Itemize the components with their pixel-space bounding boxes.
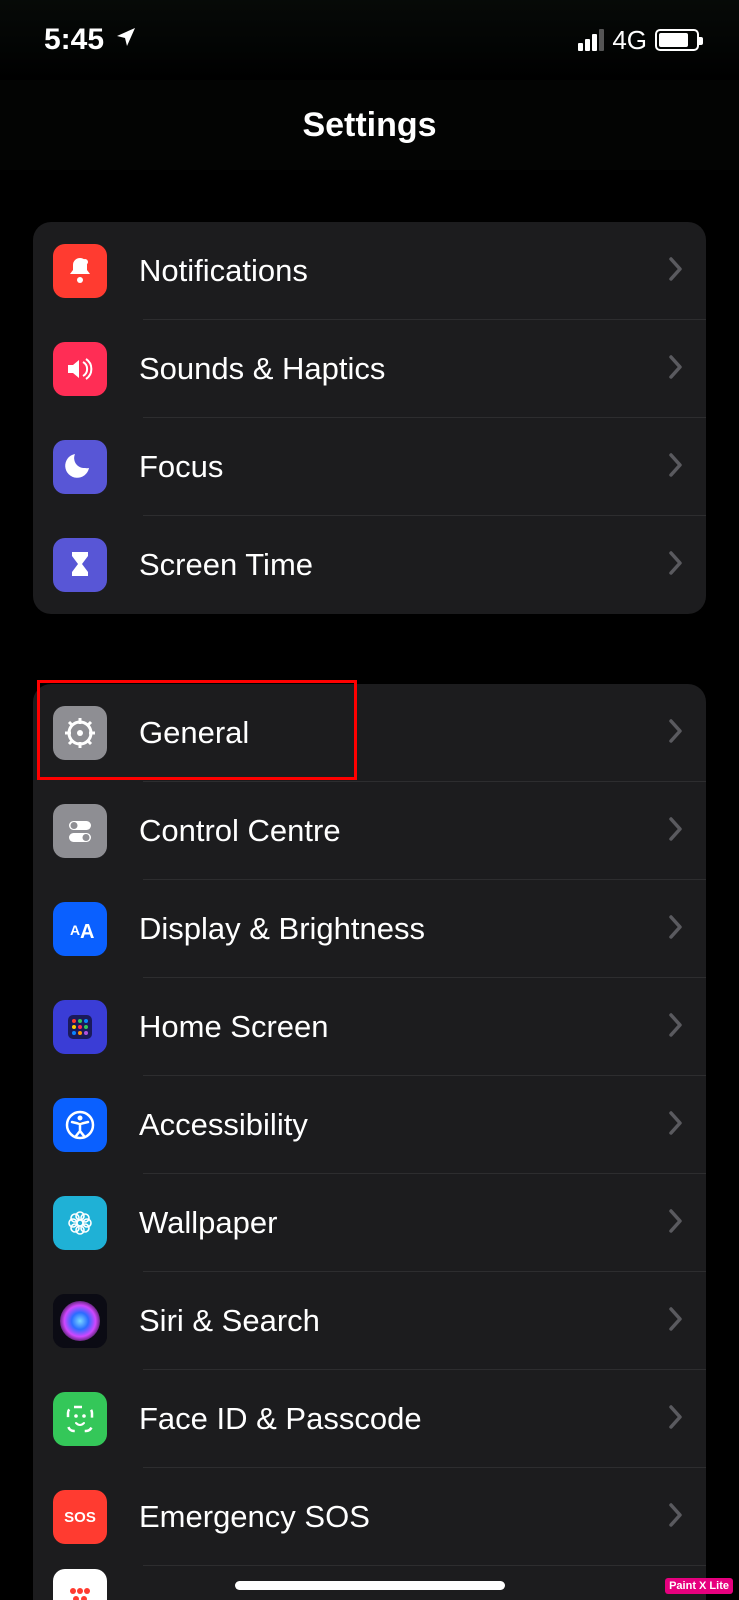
svg-text:SOS: SOS <box>64 1509 96 1526</box>
sos-icon: SOS <box>53 1490 107 1544</box>
row-label: Accessibility <box>139 1107 668 1143</box>
row-label: Display & Brightness <box>139 911 668 947</box>
row-label: Siri & Search <box>139 1303 668 1339</box>
settings-row-control-centre[interactable]: Control Centre <box>33 782 706 880</box>
chevron-right-icon <box>668 914 684 945</box>
settings-row-focus[interactable]: Focus <box>33 418 706 516</box>
settings-row-emergency-sos[interactable]: SOS Emergency SOS <box>33 1468 706 1566</box>
bell-icon <box>53 244 107 298</box>
chevron-right-icon <box>668 1012 684 1043</box>
chevron-right-icon <box>668 1306 684 1337</box>
battery-icon <box>655 29 699 51</box>
moon-icon <box>53 440 107 494</box>
siri-icon <box>53 1294 107 1348</box>
row-label: Focus <box>139 449 668 485</box>
row-label: Screen Time <box>139 547 668 583</box>
text-size-icon: AA <box>53 902 107 956</box>
chevron-right-icon <box>668 354 684 385</box>
row-label: General <box>139 715 668 751</box>
settings-row-accessibility[interactable]: Accessibility <box>33 1076 706 1174</box>
location-icon <box>114 23 138 57</box>
watermark-badge: Paint X Lite <box>665 1578 733 1594</box>
row-label: Emergency SOS <box>139 1499 668 1535</box>
chevron-right-icon <box>668 256 684 287</box>
row-label: Wallpaper <box>139 1205 668 1241</box>
settings-row-wallpaper[interactable]: Wallpaper <box>33 1174 706 1272</box>
row-label: Sounds & Haptics <box>139 351 668 387</box>
status-time: 5:45 <box>44 23 104 57</box>
toggles-icon <box>53 804 107 858</box>
svg-text:A: A <box>70 922 80 938</box>
status-bar: 5:45 4G <box>0 0 739 80</box>
settings-row-face-id-passcode[interactable]: Face ID & Passcode <box>33 1370 706 1468</box>
settings-row-siri-search[interactable]: Siri & Search <box>33 1272 706 1370</box>
chevron-right-icon <box>668 1110 684 1141</box>
page-title: Settings <box>302 106 436 145</box>
svg-text:A: A <box>80 921 94 943</box>
group-alerts: Notifications Sounds & Haptics Focus Screen… <box>33 222 706 614</box>
chevron-right-icon <box>668 452 684 483</box>
grid-icon <box>53 1000 107 1054</box>
hourglass-icon <box>53 538 107 592</box>
chevron-right-icon <box>668 718 684 749</box>
row-label: Face ID & Passcode <box>139 1401 668 1437</box>
gear-icon <box>53 706 107 760</box>
chevron-right-icon <box>668 550 684 581</box>
exposure-icon <box>53 1569 107 1600</box>
flower-icon <box>53 1196 107 1250</box>
cellular-signal-icon <box>578 29 604 51</box>
face-id-icon <box>53 1392 107 1446</box>
chevron-right-icon <box>668 1208 684 1239</box>
group-system: General Control Centre AA Display & Brightn… <box>33 684 706 1600</box>
settings-row-general[interactable]: General <box>33 684 706 782</box>
nav-bar: Settings <box>0 80 739 170</box>
chevron-right-icon <box>668 816 684 847</box>
row-label: Control Centre <box>139 813 668 849</box>
chevron-right-icon <box>668 1502 684 1533</box>
settings-row-sounds-haptics[interactable]: Sounds & Haptics <box>33 320 706 418</box>
status-left: 5:45 <box>44 23 138 57</box>
status-right: 4G <box>578 25 699 56</box>
network-label: 4G <box>612 25 647 56</box>
accessibility-icon <box>53 1098 107 1152</box>
home-indicator[interactable] <box>235 1581 505 1590</box>
chevron-right-icon <box>668 1404 684 1435</box>
speaker-icon <box>53 342 107 396</box>
settings-list: Notifications Sounds & Haptics Focus Screen… <box>0 222 739 1600</box>
row-label: Notifications <box>139 253 668 289</box>
settings-row-notifications[interactable]: Notifications <box>33 222 706 320</box>
settings-row-display-brightness[interactable]: AA Display & Brightness <box>33 880 706 978</box>
settings-row-screen-time[interactable]: Screen Time <box>33 516 706 614</box>
settings-row-home-screen[interactable]: Home Screen <box>33 978 706 1076</box>
row-label: Home Screen <box>139 1009 668 1045</box>
